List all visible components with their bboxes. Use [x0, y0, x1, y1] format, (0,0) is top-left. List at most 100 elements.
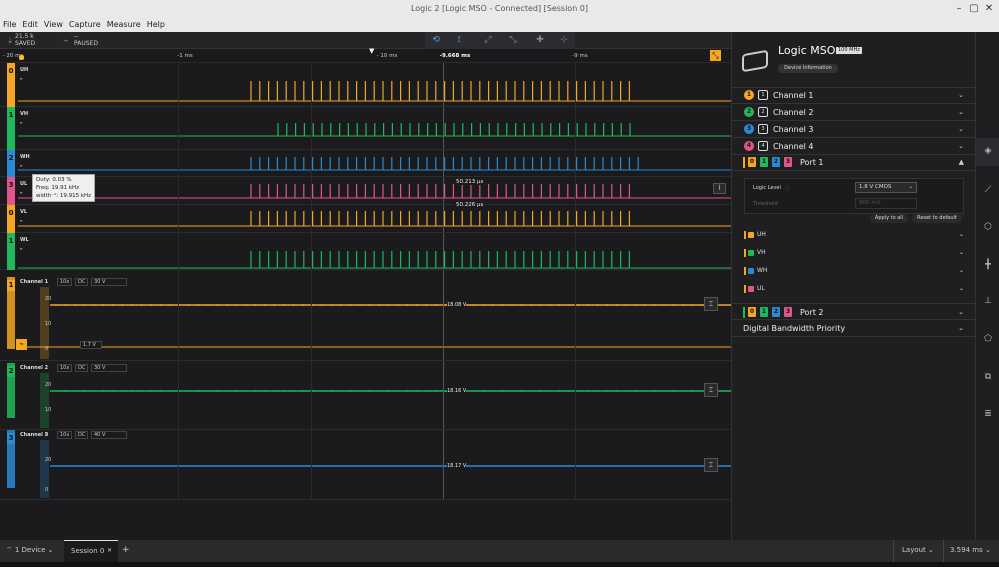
channel-badge[interactable]: 3 — [7, 433, 15, 444]
port-channel-row[interactable]: UH ⌄ — [744, 227, 964, 243]
port2-row[interactable]: 0123 Port 2 ⌄ — [732, 303, 976, 320]
add-tab-button[interactable]: + — [122, 545, 130, 555]
chevron-down-icon[interactable]: ⌄ — [958, 320, 964, 337]
menu-capture[interactable]: Capture — [69, 18, 101, 32]
coupling-setting[interactable]: DC — [75, 364, 89, 372]
analog-lane[interactable]: 1 Channel 1 10x DC 30 V 20 10 0 18.08 V ⌶ 1.7 V ⌁ — [0, 277, 731, 361]
probe-setting[interactable]: 10x — [57, 364, 73, 372]
close-icon[interactable]: ✕ — [981, 0, 997, 18]
loop-icon[interactable]: ⟲ — [428, 33, 444, 48]
channel-row[interactable]: 2 2 Channel 2 ⌄ — [732, 104, 976, 121]
channel-badge[interactable]: 0 — [7, 66, 15, 77]
channel-row[interactable]: 1 1 Channel 1 ⌄ — [732, 87, 976, 104]
trigger-level-label[interactable]: 1.7 V — [80, 341, 102, 349]
digital-lane[interactable]: 0 UH " — [0, 63, 731, 107]
chevron-down-icon[interactable]: ⌄ — [958, 121, 964, 138]
menu-measure[interactable]: Measure — [107, 18, 141, 32]
autoscale-icon[interactable]: ⌶ — [704, 383, 718, 397]
window-title: Logic 2 [Logic MSO - Connected] [Session… — [0, 0, 999, 18]
analog-lane[interactable]: 3 Channel 3 10x DC 40 V 20 0 18.17 V ⌶ — [0, 430, 731, 500]
channel-badge[interactable]: 2 — [7, 366, 15, 377]
port-channel-row[interactable]: UL ⌄ — [744, 281, 964, 297]
chevron-up-icon[interactable]: ▲ — [959, 154, 964, 171]
measurements-icon[interactable]: ⊥ — [976, 296, 999, 306]
digital-lane[interactable]: 0 VL " — [0, 205, 731, 233]
logic-level-select[interactable]: 1.8 V CMOS ⌄ — [855, 182, 917, 193]
channel-badge[interactable]: 3 — [7, 180, 15, 191]
probe-setting[interactable]: 10x — [57, 431, 73, 439]
analog-lane[interactable]: 2 Channel 2 10x DC 30 V 20 10 0 18.16 V ⌶ — [0, 363, 731, 438]
channel-port-icon: 2 — [758, 107, 768, 117]
channel-row[interactable]: 3 3 Channel 3 ⌄ — [732, 121, 976, 138]
device-info-button[interactable]: Device Information — [778, 64, 838, 73]
chevron-down-icon[interactable]: ⌄ — [959, 227, 964, 243]
info-icon[interactable]: ⓘ — [785, 185, 790, 192]
menu-view[interactable]: View — [44, 18, 63, 32]
layout-menu[interactable]: Layout ⌄ — [902, 546, 934, 554]
range-setting[interactable]: 30 V — [91, 364, 127, 372]
threshold-input[interactable]: 900 mV — [855, 198, 917, 209]
autoscale-icon[interactable]: ⌶ — [704, 458, 718, 472]
digital-lane[interactable]: 2 WH " — [0, 150, 731, 177]
pin-icon[interactable]: ⤡ — [710, 50, 721, 61]
trigger-icon[interactable]: ⌁ — [58, 33, 74, 48]
session-tab[interactable]: Session 0 ✕ — [64, 540, 118, 562]
digital-lane[interactable]: 1 VH " — [0, 107, 731, 150]
device-tab[interactable]: ⌔ 1 Device ⌄ — [6, 546, 54, 555]
timing-markers-icon[interactable]: ╋ — [976, 260, 999, 270]
chevron-down-icon[interactable]: ⌄ — [959, 281, 964, 297]
time-readout[interactable]: 3.594 ms ⌄ — [950, 546, 991, 554]
zoom-fit-icon[interactable]: ✚ — [532, 33, 548, 48]
channel-badge[interactable]: 0 — [7, 208, 15, 219]
chevron-down-icon[interactable]: ⌄ — [958, 138, 964, 155]
menu-bar: File Edit View Capture Measure Help — [0, 18, 731, 32]
voltage-readout: 18.08 V — [447, 302, 467, 308]
menu-file[interactable]: File — [3, 18, 16, 32]
minimize-icon[interactable]: – — [951, 0, 967, 18]
reset-default-button[interactable]: Reset to default — [912, 214, 962, 223]
channel-badge[interactable]: 1 — [7, 236, 15, 247]
port1-row[interactable]: 0123 Port 1 ▲ — [732, 154, 976, 171]
digital-lane[interactable]: 3 UL " — [0, 177, 731, 205]
channel-row[interactable]: 4 4 Channel 4 ⌄ — [732, 138, 976, 155]
port-channel-row[interactable]: VH ⌄ — [744, 245, 964, 261]
close-tab-icon[interactable]: ✕ — [107, 547, 112, 554]
range-setting[interactable]: 40 V — [91, 431, 127, 439]
chevron-down-icon[interactable]: ⌄ — [959, 245, 964, 261]
channel-badge[interactable]: 2 — [7, 153, 15, 164]
digital-lane[interactable]: 1 WL " — [0, 233, 731, 270]
chevron-down-icon[interactable]: ⌄ — [959, 263, 964, 279]
zoom-icon[interactable]: ⊹ — [556, 33, 572, 48]
device-settings-icon[interactable]: ◈ — [976, 146, 999, 156]
coupling-setting[interactable]: DC — [75, 278, 89, 286]
chevron-down-icon[interactable]: ⌄ — [958, 304, 964, 321]
coupling-setting[interactable]: DC — [75, 431, 89, 439]
measure-toggle-icon[interactable]: ⌇ — [713, 183, 726, 194]
range-setting[interactable]: 30 V — [91, 278, 127, 286]
timing-icon[interactable]: ⤡ — [505, 33, 521, 48]
measure-lower: 50.226 µs — [454, 202, 486, 208]
layers-icon[interactable]: ⧉ — [976, 372, 999, 382]
ruler-marker-icon[interactable] — [19, 55, 24, 60]
channel-badge[interactable]: 1 — [7, 110, 15, 121]
trigger-edit-icon[interactable]: ⌁ — [16, 339, 27, 350]
extensions-icon[interactable]: ⬡ — [976, 222, 999, 232]
notes-icon[interactable]: ≣ — [976, 409, 999, 419]
trigger-marker-icon[interactable]: ▼ — [369, 47, 374, 55]
port-channel-row[interactable]: WH ⌄ — [744, 263, 964, 279]
channel-badge[interactable]: 1 — [7, 280, 15, 291]
bandwidth-row[interactable]: Digital Bandwidth Priority ⌄ — [732, 320, 976, 337]
annotations-icon[interactable]: ⬠ — [976, 334, 999, 344]
chevron-down-icon[interactable]: ⌄ — [958, 104, 964, 121]
chevron-down-icon[interactable]: ⌄ — [958, 87, 964, 104]
autoscale-icon[interactable]: ⌶ — [704, 297, 718, 311]
measure-icon[interactable]: ⤢ — [480, 33, 496, 48]
menu-help[interactable]: Help — [147, 18, 165, 32]
cursor-icon[interactable]: ⟟ — [451, 33, 467, 48]
maximize-icon[interactable]: ▢ — [966, 0, 982, 18]
analyzers-icon[interactable]: ⟋ — [976, 185, 999, 195]
time-ruler[interactable]: - 20 ms -1 ms ▼ - 10 ms -9.668 ms -9 ms … — [0, 47, 731, 63]
probe-setting[interactable]: 10x — [57, 278, 73, 286]
apply-to-all-button[interactable]: Apply to all — [870, 214, 908, 223]
menu-edit[interactable]: Edit — [22, 18, 38, 32]
